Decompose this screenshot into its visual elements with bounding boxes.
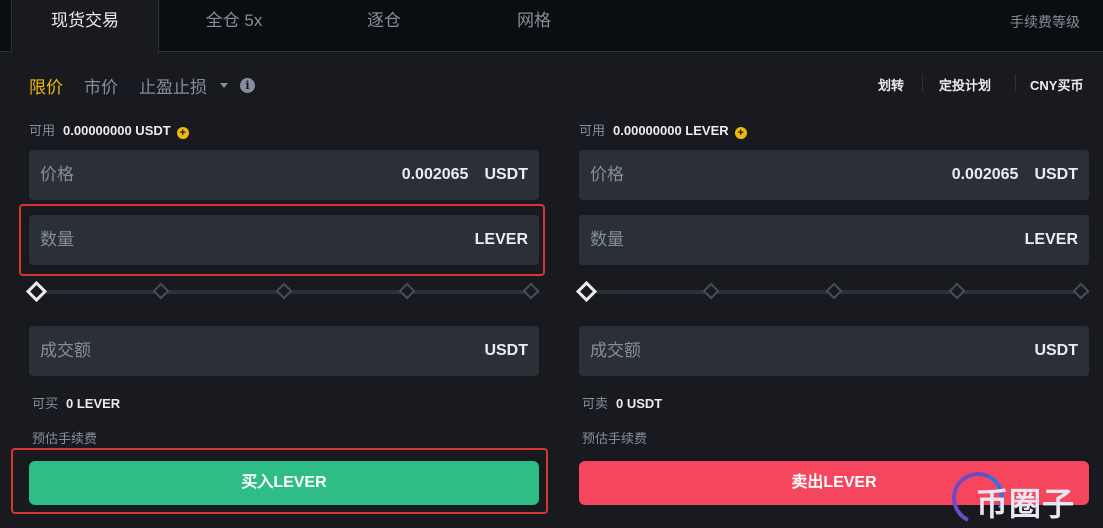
sell-fee-estimate: 预估手续费 (582, 431, 648, 446)
slider-step-100[interactable] (1072, 282, 1090, 300)
tab-isolated-margin[interactable]: 逐仓 (310, 0, 458, 52)
slider-step-75[interactable] (948, 282, 966, 300)
order-type-limit[interactable]: 限价 (29, 73, 63, 98)
trade-tab-bar: 现货交易 全仓 5x 逐仓 网格 手续费等级 (0, 0, 1103, 53)
buy-total-unit: USDT (484, 342, 528, 359)
sell-amount-unit: LEVER (1024, 231, 1078, 248)
buy-amount-label: 数量 (40, 230, 74, 249)
fee-level-link[interactable]: 手续费等级 (1010, 0, 1080, 44)
watermark-text: 币圈子 (976, 485, 1076, 523)
buy-price-label: 价格 (40, 165, 74, 184)
slider-step-100[interactable] (522, 282, 540, 300)
sell-price-label: 价格 (590, 165, 624, 184)
transfer-link[interactable]: 划转 (878, 75, 904, 94)
buy-fee-estimate: 预估手续费 (32, 431, 98, 446)
buy-max-label: 可买 (32, 396, 59, 411)
buy-max: 可买 0 LEVER (32, 393, 120, 412)
order-type-market[interactable]: 市价 (84, 73, 118, 98)
buy-available-value: 0.00000000 USDT (63, 123, 171, 138)
sell-available-label: 可用 (579, 123, 606, 138)
slider-step-25[interactable] (152, 282, 170, 300)
info-icon[interactable]: i (240, 78, 255, 93)
sell-available-value: 0.00000000 LEVER (613, 123, 729, 138)
buy-price-unit: USDT (484, 166, 528, 183)
caret-down-icon[interactable] (220, 83, 228, 88)
sell-total-unit: USDT (1034, 342, 1078, 359)
buy-max-value: 0 LEVER (66, 396, 121, 411)
buy-price-value: 0.002065 (401, 166, 469, 183)
slider-handle[interactable] (575, 280, 598, 303)
buy-amount-unit: LEVER (474, 231, 528, 248)
sell-price-value: 0.002065 (951, 166, 1019, 183)
plus-circle-icon[interactable]: + (176, 127, 189, 139)
divider (922, 74, 923, 92)
sell-price-input[interactable]: 价格 0.002065 USDT (579, 150, 1089, 200)
divider (1015, 74, 1016, 92)
order-type-stop[interactable]: 止盈止损 (139, 73, 207, 98)
plus-circle-icon[interactable]: + (734, 127, 747, 139)
tab-cross-margin[interactable]: 全仓 5x (160, 0, 308, 52)
watermark-logo: 币圈子 (944, 464, 1100, 528)
slider-step-50[interactable] (825, 282, 843, 300)
buy-available: 可用 0.00000000 USDT + (29, 120, 189, 139)
sell-max-label: 可卖 (582, 396, 609, 411)
buy-total-label: 成交额 (40, 341, 91, 360)
buy-button[interactable]: 买入LEVER (29, 461, 539, 505)
buy-amount-input[interactable]: 数量 LEVER (29, 215, 539, 265)
cny-buy-link[interactable]: CNY买币 (1030, 75, 1083, 94)
sell-amount-input[interactable]: 数量 LEVER (579, 215, 1089, 265)
sell-max-value: 0 USDT (616, 396, 663, 411)
slider-step-50[interactable] (275, 282, 293, 300)
buy-percent-slider[interactable] (25, 280, 540, 303)
tab-grid[interactable]: 网格 (460, 0, 608, 52)
buy-price-input[interactable]: 价格 0.002065 USDT (29, 150, 539, 200)
sell-price-unit: USDT (1034, 166, 1078, 183)
sell-total-label: 成交额 (590, 341, 641, 360)
slider-step-75[interactable] (398, 282, 416, 300)
buy-total-input[interactable]: 成交额 USDT (29, 326, 539, 376)
sell-amount-label: 数量 (590, 230, 624, 249)
slider-handle[interactable] (25, 280, 48, 303)
sell-total-input[interactable]: 成交额 USDT (579, 326, 1089, 376)
auto-invest-link[interactable]: 定投计划 (939, 75, 991, 94)
sell-percent-slider[interactable] (575, 280, 1090, 303)
buy-available-label: 可用 (29, 123, 56, 138)
tab-spot[interactable]: 现货交易 (11, 0, 159, 53)
sell-max: 可卖 0 USDT (582, 393, 662, 412)
slider-step-25[interactable] (702, 282, 720, 300)
sell-available: 可用 0.00000000 LEVER + (579, 120, 747, 139)
